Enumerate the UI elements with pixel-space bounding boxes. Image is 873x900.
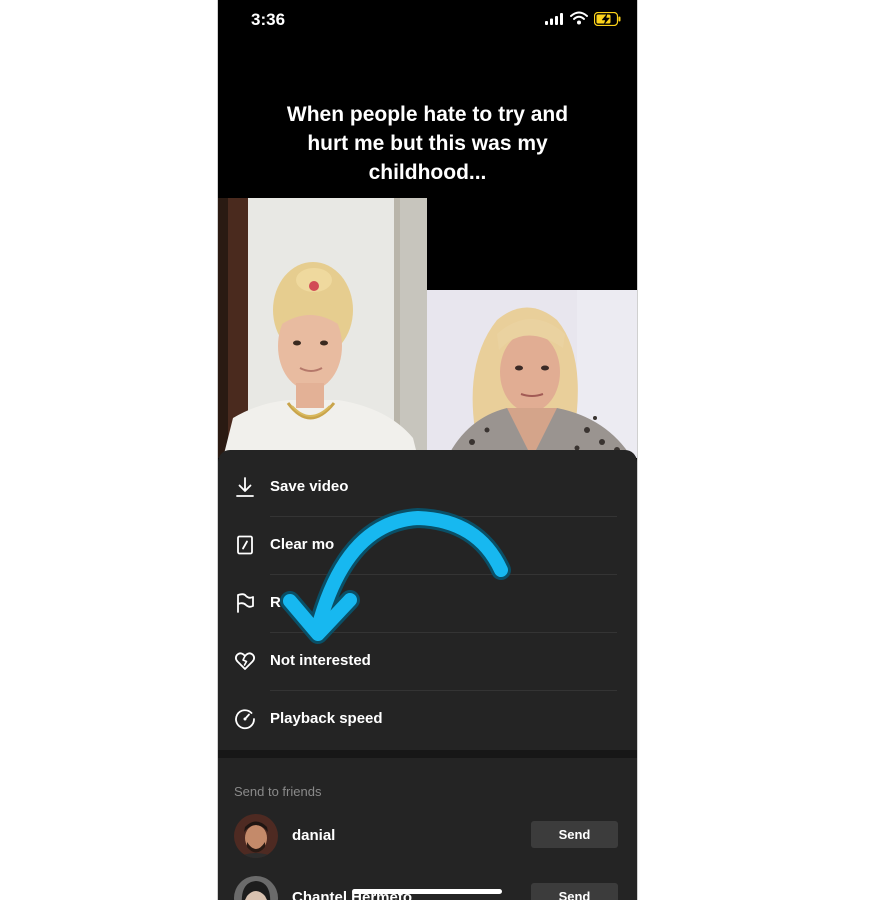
- friend-row: danial Send: [218, 814, 637, 864]
- video-person-left-image: [218, 198, 427, 458]
- send-button[interactable]: Send: [531, 883, 618, 900]
- cellular-signal-icon: [545, 13, 563, 25]
- video-person-right-image: [427, 290, 637, 458]
- menu-divider: [270, 516, 617, 517]
- broken-heart-icon: [234, 652, 256, 670]
- menu-divider: [270, 574, 617, 575]
- friend-row: Chantel Hermeto Send: [218, 876, 637, 900]
- speedometer-icon: [235, 709, 255, 730]
- avatar[interactable]: [234, 876, 278, 900]
- friend-name: danial: [292, 827, 336, 844]
- menu-item-label: Save video: [270, 478, 349, 495]
- menu-item-label: Not interested: [270, 652, 371, 669]
- flag-icon: [237, 593, 254, 613]
- avatar[interactable]: [234, 814, 278, 858]
- report-button[interactable]: R: [218, 580, 637, 626]
- send-button[interactable]: Send: [531, 821, 618, 848]
- status-time: 3:36: [251, 10, 286, 29]
- download-icon: [236, 477, 254, 497]
- caption-line: childhood...: [368, 161, 487, 184]
- caption-line: hurt me but this was my: [307, 132, 548, 155]
- clear-mode-button[interactable]: Clear mo: [218, 522, 637, 568]
- menu-divider: [270, 690, 617, 691]
- video-frame-left[interactable]: [218, 198, 427, 458]
- save-video-button[interactable]: Save video: [218, 464, 637, 510]
- clear-mode-icon: [237, 535, 253, 555]
- status-bar: 3:36: [218, 0, 637, 40]
- wifi-icon: [570, 11, 588, 25]
- share-options-sheet: Save video Clear mo R Not interested Pla…: [218, 450, 637, 750]
- not-interested-button[interactable]: Not interested: [218, 638, 637, 684]
- playback-speed-button[interactable]: Playback speed: [218, 696, 637, 742]
- send-to-friends-panel: Send to friends danial Send Chantel Herm…: [218, 758, 637, 900]
- menu-item-label: Playback speed: [270, 710, 383, 727]
- phone-screen: 3:36 When people hate to try and hurt me…: [217, 0, 638, 900]
- video-frame-right[interactable]: [427, 290, 637, 458]
- home-indicator: [352, 889, 502, 894]
- battery-charging-icon: [594, 12, 621, 26]
- menu-divider: [270, 632, 617, 633]
- menu-item-label: Clear mo: [270, 536, 335, 553]
- video-caption: When people hate to try and hurt me but …: [258, 100, 597, 187]
- send-to-friends-heading: Send to friends: [234, 784, 322, 799]
- caption-line: When people hate to try and: [286, 103, 569, 126]
- menu-item-label: R: [270, 594, 281, 611]
- section-separator: [218, 750, 637, 758]
